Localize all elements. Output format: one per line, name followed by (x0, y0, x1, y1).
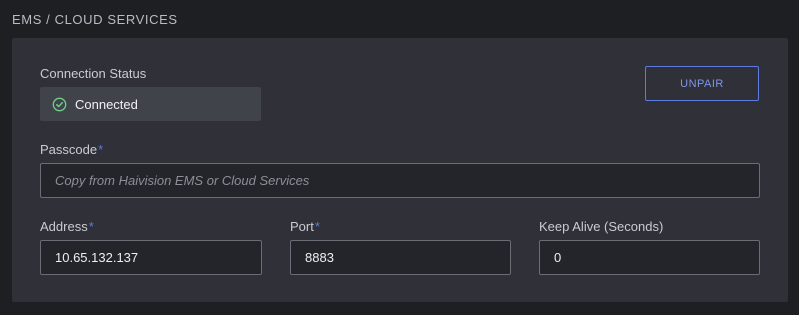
connection-status-label: Connection Status (40, 66, 147, 81)
port-input[interactable]: 8883 (290, 240, 511, 275)
passcode-required-mark: * (98, 142, 104, 157)
address-label-text: Address (40, 219, 88, 234)
passcode-input[interactable]: Copy from Haivision EMS or Cloud Service… (40, 163, 760, 198)
keep-alive-input[interactable]: 0 (539, 240, 760, 275)
passcode-label: Passcode* (40, 142, 103, 157)
connection-status-box: Connected (40, 87, 261, 121)
address-label: Address* (40, 219, 94, 234)
connection-status-value: Connected (75, 96, 138, 112)
unpair-button[interactable]: UNPAIR (645, 66, 759, 101)
address-required-mark: * (88, 219, 94, 234)
ems-cloud-services-page: EMS / CLOUD SERVICES Connection Status C… (0, 0, 799, 315)
address-input[interactable]: 10.65.132.137 (40, 240, 262, 275)
port-label: Port* (290, 219, 320, 234)
keep-alive-label: Keep Alive (Seconds) (539, 219, 664, 234)
port-required-mark: * (314, 219, 320, 234)
port-label-text: Port (290, 219, 314, 234)
settings-panel: Connection Status Connected UNPAIR Passc… (12, 38, 788, 302)
section-title: EMS / CLOUD SERVICES (12, 12, 178, 27)
passcode-label-text: Passcode (40, 142, 98, 157)
check-circle-icon (52, 97, 67, 112)
